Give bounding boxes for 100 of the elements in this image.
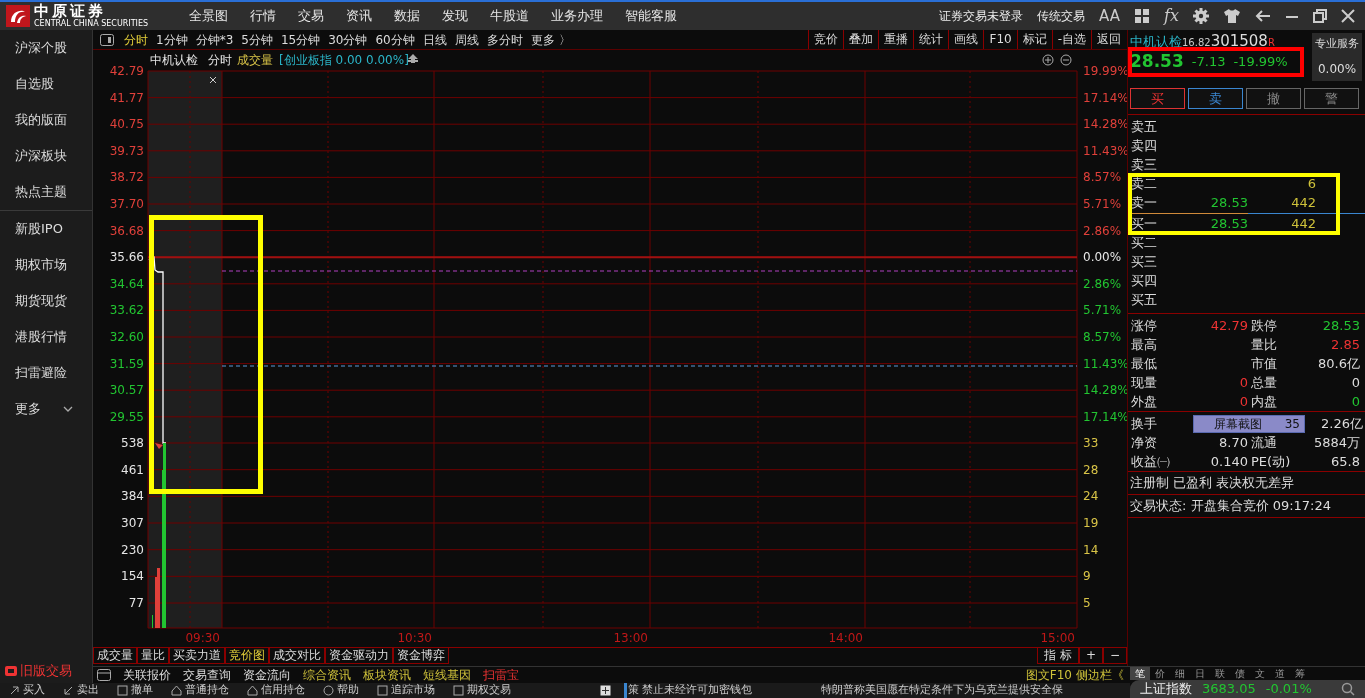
- chart-tool-button[interactable]: 画线: [948, 30, 984, 49]
- info-link[interactable]: 关联报价: [117, 666, 177, 684]
- taskbar-button[interactable]: 帮助: [314, 683, 368, 698]
- indicator-tab[interactable]: 资金驱动力: [325, 648, 393, 664]
- chart-tool-button[interactable]: 统计: [913, 30, 949, 49]
- panel-toggle-icon[interactable]: [97, 669, 111, 681]
- side-tab[interactable]: 联: [1210, 667, 1230, 680]
- indicator-tab[interactable]: 竞价图: [225, 648, 269, 664]
- font-size-button[interactable]: AA: [1099, 4, 1121, 28]
- chart-tool-button[interactable]: -自选: [1051, 30, 1091, 49]
- news-headline[interactable]: 策 禁止未经许可加密钱包: [615, 683, 812, 698]
- sidebar-item[interactable]: 沪深板块: [0, 138, 92, 174]
- formula-button[interactable]: fx: [1164, 4, 1179, 28]
- shirt-icon[interactable]: [1223, 8, 1241, 24]
- chart-tool-button[interactable]: 竞价: [808, 30, 844, 49]
- indicator-tab[interactable]: 买卖力道: [169, 648, 225, 664]
- taskbar-button[interactable]: 普通持仓: [162, 683, 238, 698]
- taskbar-button[interactable]: 卖出: [54, 683, 108, 698]
- screenshot-tooltip[interactable]: 屏幕截图 35: [1193, 414, 1305, 433]
- back-arrow-icon[interactable]: [1255, 9, 1271, 23]
- period-tab[interactable]: 1分钟: [152, 30, 192, 49]
- side-tab[interactable]: 道: [1270, 667, 1290, 680]
- period-tab[interactable]: 多分时: [482, 30, 527, 49]
- period-tab[interactable]: 分钟*3: [191, 30, 238, 49]
- taskbar-button[interactable]: 买入: [0, 683, 54, 698]
- indicator-tab[interactable]: 量比: [137, 648, 169, 664]
- chart-tool-button[interactable]: 返回: [1091, 30, 1126, 49]
- close-icon[interactable]: [1341, 9, 1355, 23]
- zoom-in-icon[interactable]: [1042, 54, 1054, 66]
- trade-button[interactable]: 警: [1304, 88, 1359, 109]
- sidebar-item[interactable]: 更多: [0, 391, 92, 427]
- add-icon[interactable]: [600, 685, 611, 696]
- indicator-control-button[interactable]: −: [1102, 648, 1127, 664]
- news-headline[interactable]: 特朗普称美国愿在特定条件下为乌克兰提供安全保: [812, 683, 1063, 698]
- taskbar-button[interactable]: 追踪市场: [368, 683, 444, 698]
- login-status[interactable]: 证券交易未登录: [939, 7, 1024, 25]
- taskbar-button[interactable]: 信用持仓: [238, 683, 314, 698]
- side-tab[interactable]: 日: [1190, 667, 1210, 680]
- side-tab[interactable]: 价: [1150, 667, 1170, 680]
- period-tab[interactable]: 日线: [418, 30, 451, 49]
- grid-icon[interactable]: [1134, 8, 1151, 24]
- taskbar-button[interactable]: 期权交易: [444, 683, 520, 698]
- chart-tool-button[interactable]: F10: [983, 30, 1017, 49]
- sidebar-item[interactable]: 扫雷避险: [0, 355, 92, 391]
- menu-item[interactable]: 智能客服: [614, 6, 688, 26]
- period-tab[interactable]: 5分钟: [237, 30, 277, 49]
- menu-item[interactable]: 交易: [287, 6, 335, 26]
- menu-item[interactable]: 全景图: [178, 6, 239, 26]
- sidebar-item[interactable]: 新股IPO: [0, 211, 92, 247]
- index-ticker[interactable]: 上证指数 3683.05 -0.01%: [1130, 680, 1365, 698]
- sidebar-item[interactable]: 期货现货: [0, 283, 92, 319]
- menu-item[interactable]: 牛股道: [479, 6, 540, 26]
- sidebar-item[interactable]: 我的版面: [0, 102, 92, 138]
- sidebar-item[interactable]: 自选股: [0, 66, 92, 102]
- menu-item[interactable]: 资讯: [335, 6, 383, 26]
- trade-button[interactable]: 买: [1130, 88, 1185, 109]
- panel-toggle-icon[interactable]: [100, 33, 114, 46]
- info-link[interactable]: 交易查询: [177, 666, 237, 684]
- period-tab[interactable]: 周线: [450, 30, 483, 49]
- restore-icon[interactable]: [1313, 9, 1327, 23]
- indicator-tab[interactable]: 成交对比: [269, 648, 325, 664]
- settings-icon[interactable]: [1193, 8, 1209, 24]
- close-icon[interactable]: [209, 76, 217, 84]
- sidebar-item[interactable]: 热点主题: [0, 174, 92, 210]
- side-tab[interactable]: 文: [1250, 667, 1270, 680]
- side-tab[interactable]: 债: [1230, 667, 1250, 680]
- classic-trade-link[interactable]: 传统交易: [1037, 7, 1086, 25]
- side-link[interactable]: 侧边栏《: [1074, 666, 1126, 684]
- taskbar-button[interactable]: 撤单: [108, 683, 162, 698]
- menu-item[interactable]: 数据: [383, 6, 431, 26]
- side-link[interactable]: 图文F10: [1023, 666, 1074, 684]
- info-link[interactable]: 资金流向: [237, 666, 297, 684]
- zoom-out-icon[interactable]: [1060, 54, 1072, 66]
- side-tab[interactable]: 筹: [1290, 667, 1310, 680]
- sidebar-item[interactable]: 沪深个股: [0, 30, 92, 66]
- period-tab[interactable]: 更多 〉: [526, 30, 575, 49]
- menu-item[interactable]: 业务办理: [540, 6, 614, 26]
- chart-tool-button[interactable]: 标记: [1016, 30, 1052, 49]
- search-icon[interactable]: [1341, 682, 1355, 696]
- period-tab[interactable]: 30分钟: [324, 30, 372, 49]
- trade-button[interactable]: 卖: [1188, 88, 1243, 109]
- menu-item[interactable]: 发现: [431, 6, 479, 26]
- info-link[interactable]: 短线基因: [417, 666, 477, 684]
- period-tab[interactable]: 15分钟: [276, 30, 325, 49]
- chart-tool-button[interactable]: 叠加: [843, 30, 879, 49]
- trade-button[interactable]: 撤: [1246, 88, 1301, 109]
- info-link[interactable]: 板块资讯: [357, 666, 417, 684]
- period-tab[interactable]: 60分钟: [371, 30, 419, 49]
- period-tab[interactable]: 分时: [120, 30, 152, 49]
- info-link[interactable]: 扫雷宝: [477, 666, 525, 684]
- sidebar-item[interactable]: 港股行情: [0, 319, 92, 355]
- indicator-tab[interactable]: 成交量: [93, 648, 137, 664]
- indicator-control-button[interactable]: +: [1078, 648, 1103, 664]
- side-tab[interactable]: 笔: [1130, 667, 1150, 680]
- sidebar-item[interactable]: 期权市场: [0, 247, 92, 283]
- pro-service-button[interactable]: 专业服务 0.00%: [1312, 33, 1362, 81]
- indicator-tab[interactable]: 资金博弈: [393, 648, 449, 664]
- chart-tool-button[interactable]: 重播: [878, 30, 914, 49]
- side-tab[interactable]: 细: [1170, 667, 1190, 680]
- legacy-trade-link[interactable]: 旧版交易: [20, 661, 72, 681]
